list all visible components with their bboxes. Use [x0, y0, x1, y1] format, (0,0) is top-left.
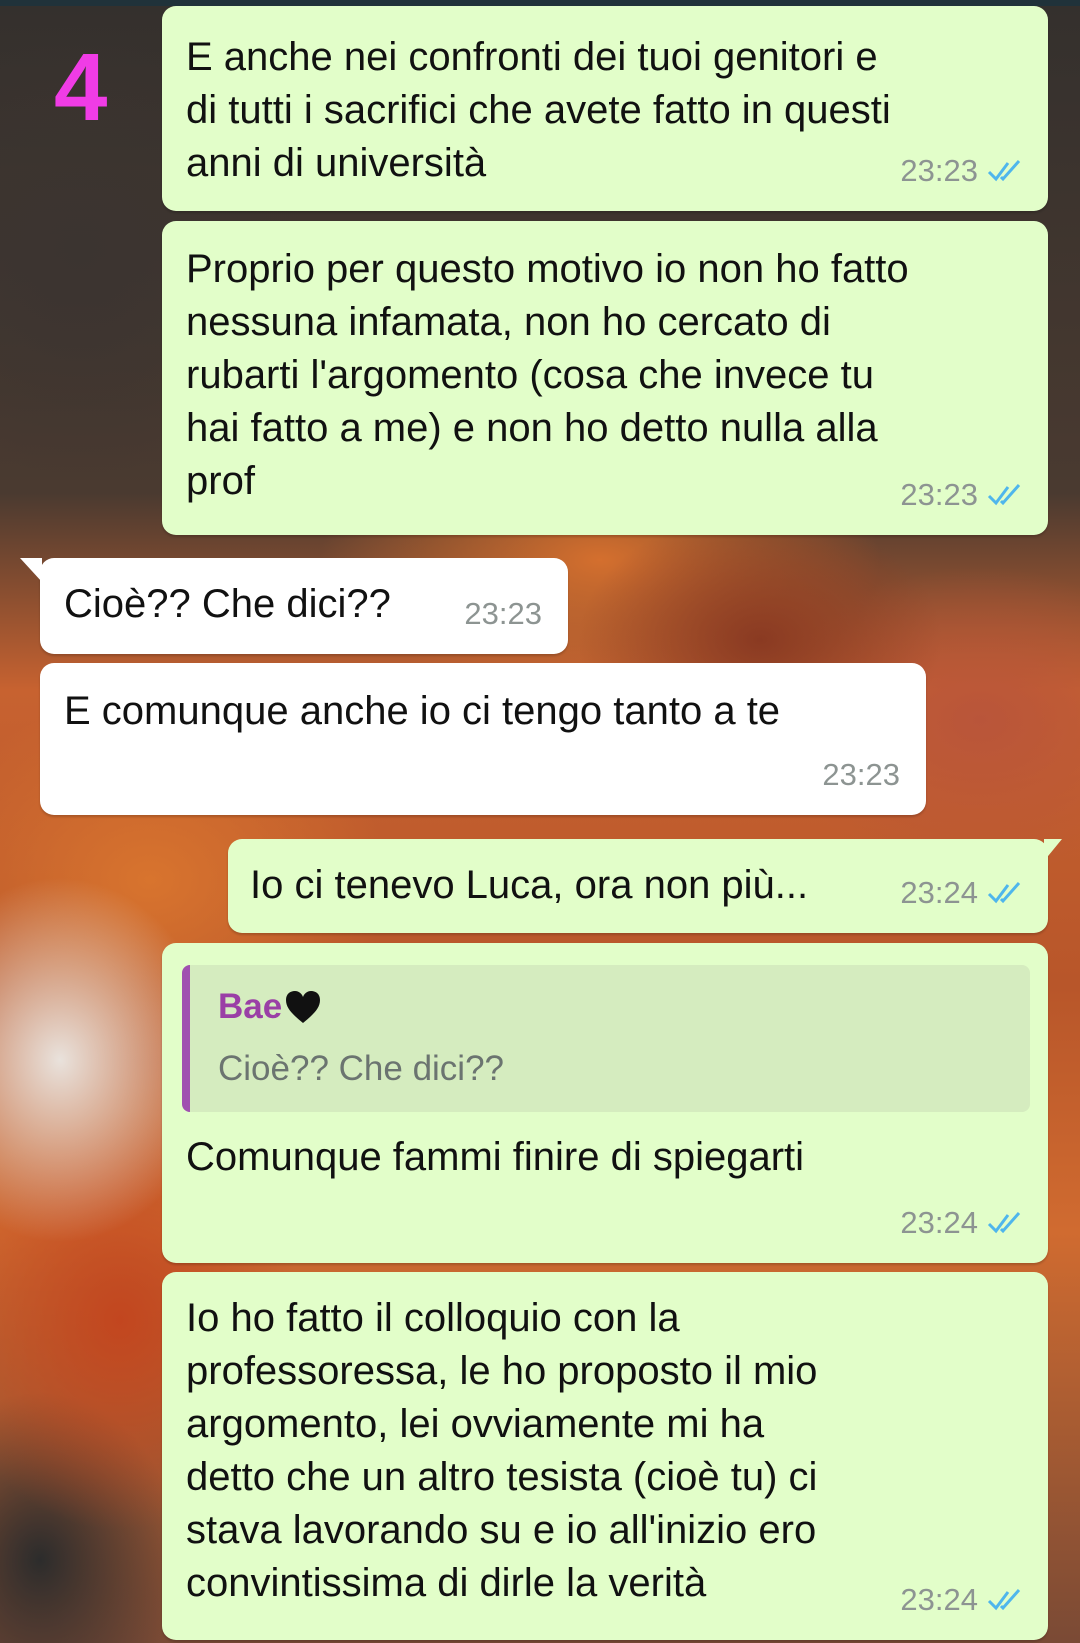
- quote-accent-bar: [182, 965, 190, 1112]
- message-time: 23:24: [900, 875, 978, 910]
- message-text: Io ho fatto il colloquio con la professo…: [186, 1296, 818, 1605]
- double-check-icon: [986, 482, 1026, 508]
- message-meta: 23:24: [900, 866, 1026, 919]
- bubble-tail: [1044, 839, 1062, 861]
- message-bubble-outgoing[interactable]: Io ho fatto il colloquio con la professo…: [162, 1272, 1048, 1640]
- black-heart-icon: [284, 989, 322, 1025]
- message-meta: 23:23: [900, 468, 1026, 521]
- double-check-icon: [986, 1210, 1026, 1236]
- message-time: 23:23: [464, 596, 542, 631]
- message-meta: 23:24: [900, 1573, 1026, 1626]
- message-meta: 23:23: [900, 144, 1026, 197]
- message-time: 23:23: [900, 477, 978, 512]
- quoted-message[interactable]: Bae Cioè?? Che dici??: [182, 965, 1030, 1112]
- message-time: 23:23: [822, 757, 900, 792]
- double-check-icon: [986, 1587, 1026, 1613]
- message-bubble-outgoing[interactable]: Bae Cioè?? Che dici?? Comunque fammi fin…: [162, 943, 1048, 1263]
- quote-text: Cioè?? Che dici??: [218, 1049, 505, 1088]
- message-text: E comunque anche io ci tengo tanto a te: [64, 689, 781, 733]
- quote-author-name: Bae: [218, 987, 283, 1026]
- message-bubble-incoming[interactable]: E comunque anche io ci tengo tanto a te …: [40, 663, 926, 815]
- message-meta: 23:23: [464, 587, 542, 640]
- message-meta: 23:23: [822, 748, 900, 801]
- double-check-icon: [986, 158, 1026, 184]
- double-check-icon: [986, 880, 1026, 906]
- message-text: E anche nei confronti dei tuoi genitori …: [186, 35, 891, 185]
- message-time: 23:24: [900, 1205, 978, 1240]
- message-time: 23:24: [900, 1582, 978, 1617]
- message-bubble-outgoing[interactable]: Io ci tenevo Luca, ora non più... 23:24: [228, 839, 1062, 933]
- quote-author: Bae: [218, 985, 322, 1029]
- message-bubble-outgoing[interactable]: Proprio per questo motivo io non ho fatt…: [162, 221, 1048, 535]
- bubble-tail: [20, 558, 42, 582]
- annotation-badge: 4: [54, 34, 108, 141]
- message-meta: 23:24: [900, 1196, 1026, 1249]
- message-bubble-incoming[interactable]: Cioè?? Che dici?? 23:23: [20, 558, 568, 654]
- message-time: 23:23: [900, 153, 978, 188]
- message-text: Comunque fammi finire di spiegarti: [186, 1135, 805, 1179]
- message-text: Proprio per questo motivo io non ho fatt…: [186, 247, 909, 503]
- message-bubble-outgoing[interactable]: E anche nei confronti dei tuoi genitori …: [162, 6, 1048, 211]
